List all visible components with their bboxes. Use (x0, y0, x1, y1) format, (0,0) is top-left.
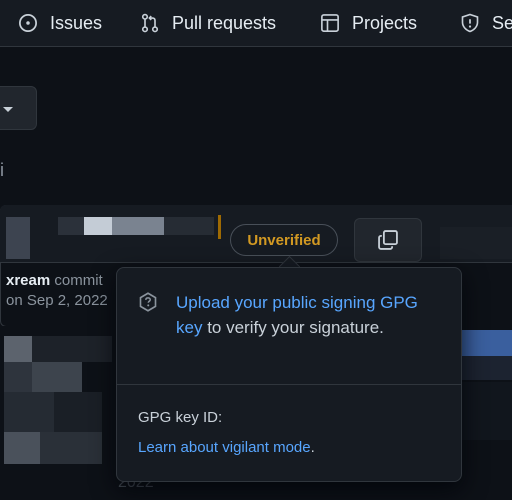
redacted-block (84, 217, 112, 235)
redacted-block (455, 330, 512, 356)
repo-nav: Issues Pull requests Projects Se (0, 0, 512, 47)
author-name[interactable]: xream (6, 272, 50, 289)
redacted-block (32, 362, 82, 392)
redacted-block (455, 356, 512, 380)
commit-date: on Sep 2, 2022 (6, 292, 108, 309)
chevron-down-icon (3, 107, 13, 112)
popover-message: Upload your public signing GPG key to ve… (176, 290, 446, 340)
redacted-block (32, 336, 112, 362)
learn-vigilant-mode-row: Learn about vigilant mode. (138, 439, 315, 456)
table-icon (321, 14, 339, 32)
popover-message-rest: to verify your signature. (202, 318, 384, 337)
commit-action-text: commit (54, 272, 103, 289)
tab-security-label: Se (492, 12, 512, 33)
tab-issues[interactable]: Issues (18, 10, 102, 36)
redacted-block (112, 217, 164, 235)
popover-divider (117, 384, 461, 385)
verification-status-badge[interactable]: Unverified (230, 224, 338, 256)
learn-vigilant-mode-link[interactable]: Learn about vigilant mode (138, 439, 311, 456)
redacted-block (4, 432, 40, 464)
redacted-block (218, 215, 221, 239)
shield-icon (461, 13, 479, 33)
tab-security[interactable]: Se (460, 10, 512, 36)
redacted-block (6, 217, 30, 259)
redacted-block (54, 392, 102, 432)
redacted-block (440, 227, 512, 259)
copy-sha-button[interactable] (354, 218, 422, 262)
redacted-block (4, 392, 54, 432)
redacted-block (462, 382, 512, 440)
issue-opened-icon (19, 14, 37, 32)
redacted-block (40, 432, 102, 464)
tab-pull-requests-label: Pull requests (172, 12, 277, 33)
learn-tail: . (310, 439, 315, 456)
gpg-key-id-label: GPG key ID: (138, 409, 223, 426)
redacted-block (164, 217, 214, 235)
tab-pull-requests[interactable]: Pull requests (140, 10, 276, 36)
commit-author-line: xream commit (6, 272, 103, 289)
redacted-block (58, 217, 84, 235)
redacted-block (4, 362, 32, 392)
tab-projects-label: Projects (352, 12, 418, 33)
left-glyph: i (0, 160, 4, 180)
tab-issues-label: Issues (50, 12, 103, 33)
copy-icon (378, 230, 398, 250)
tab-projects[interactable]: Projects (320, 10, 417, 36)
redacted-block (4, 336, 32, 362)
question-icon (139, 292, 157, 312)
git-pull-request-icon (141, 13, 159, 33)
